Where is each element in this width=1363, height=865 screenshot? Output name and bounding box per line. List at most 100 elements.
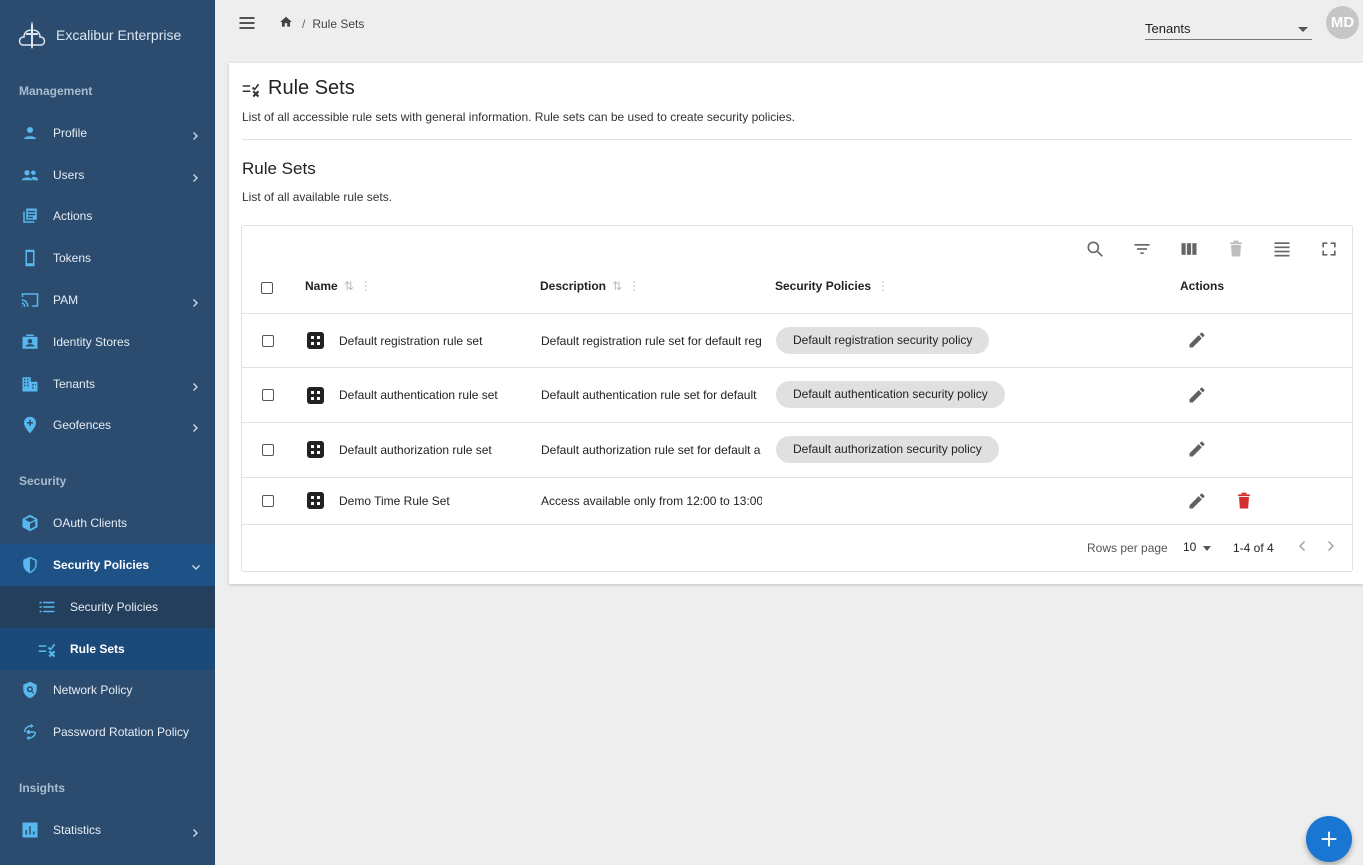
page-description: List of all accessible rule sets with ge…: [242, 110, 795, 124]
row-checkbox[interactable]: [262, 444, 274, 456]
sidebar-item-label: Identity Stores: [53, 334, 130, 349]
sidebar-item-oauth-clients[interactable]: OAuth Clients: [0, 502, 215, 544]
sidebar-subitem-rule-sets[interactable]: Rule Sets: [0, 627, 215, 670]
row-checkbox[interactable]: [262, 495, 274, 507]
rule-sets-card: Rule Sets List of all accessible rule se…: [229, 63, 1363, 584]
sidebar-item-users[interactable]: Users: [0, 154, 215, 196]
table-row[interactable]: Default registration rule set Default re…: [242, 314, 1352, 368]
next-page-icon[interactable]: [1323, 538, 1339, 554]
add-rule-set-button[interactable]: [1306, 816, 1352, 862]
column-menu-icon[interactable]: ⋮: [360, 279, 372, 293]
rule-icon: [242, 83, 260, 97]
sidebar-item-label: Users: [53, 167, 85, 182]
columns-icon[interactable]: [1179, 239, 1199, 259]
delete-selected-icon[interactable]: [1226, 239, 1246, 259]
density-icon[interactable]: [1272, 239, 1292, 259]
rule-set-icon: [307, 332, 324, 349]
chart-icon: [20, 820, 40, 840]
breadcrumb: / Rule Sets: [279, 15, 364, 32]
sidebar-item-label: OAuth Clients: [53, 516, 128, 531]
page-header: Rule Sets: [242, 77, 355, 100]
previous-page-icon[interactable]: [1294, 538, 1310, 554]
tenant-select[interactable]: Tenants: [1145, 18, 1312, 40]
sidebar-item-password-rotation-policy[interactable]: Password Rotation Policy: [0, 711, 215, 753]
rule-set-icon: [307, 492, 324, 509]
sidebar-item-label: Statistics: [53, 823, 102, 838]
edit-icon[interactable]: [1187, 439, 1207, 459]
sort-icon[interactable]: ⇅: [612, 279, 622, 293]
excalibur-logo-icon: [18, 21, 46, 49]
security-policy-chip[interactable]: Default registration security policy: [776, 327, 990, 354]
rule-set-name: Demo Time Rule Set: [339, 494, 450, 508]
rule-set-name: Default authorization rule set: [339, 443, 492, 457]
rows-per-page-label: Rows per page: [1087, 541, 1168, 555]
chevron-down-icon: [191, 560, 201, 571]
column-header-label: Actions: [1180, 279, 1225, 293]
sidebar-item-profile[interactable]: Profile: [0, 112, 215, 154]
sidebar-item-label: Tokens: [53, 251, 92, 266]
avatar[interactable]: MD: [1326, 6, 1359, 39]
security-policy-chip[interactable]: Default authentication security policy: [776, 381, 1005, 408]
home-icon[interactable]: [279, 15, 293, 32]
phone-icon: [20, 248, 40, 268]
actions-icon: [20, 206, 40, 226]
column-menu-icon[interactable]: ⋮: [877, 279, 889, 293]
sidebar-item-security-policies[interactable]: Security Policies: [0, 544, 215, 586]
pagination-range: 1-4 of 4: [1233, 541, 1274, 555]
sidebar-item-pam[interactable]: PAM: [0, 279, 215, 321]
section-title: Rule Sets: [242, 159, 316, 178]
column-header-description[interactable]: Description ⇅ ⋮: [540, 279, 640, 293]
page-title: Rule Sets: [268, 77, 355, 99]
chevron-right-icon: [191, 170, 201, 182]
sidebar-item-tokens[interactable]: Tokens: [0, 237, 215, 279]
chevron-right-icon: [191, 420, 201, 433]
tenant-select-value: Tenants: [1145, 21, 1191, 36]
select-all-checkbox[interactable]: [261, 282, 273, 294]
dropdown-caret-icon: [1298, 27, 1308, 32]
rule-set-icon: [307, 441, 324, 458]
row-checkbox[interactable]: [262, 389, 274, 401]
sidebar-item-identity-stores[interactable]: Identity Stores: [0, 321, 215, 363]
column-header-actions: Actions: [1180, 279, 1224, 293]
brand[interactable]: Excalibur Enterprise: [0, 0, 215, 70]
table-pagination: Rows per page 10 1-4 of 4: [242, 525, 1352, 571]
sidebar-item-network-policy[interactable]: Network Policy: [0, 670, 215, 712]
table-row[interactable]: Demo Time Rule Set Access available only…: [242, 478, 1352, 525]
table-row[interactable]: Default authorization rule set Default a…: [242, 423, 1352, 478]
brand-name: Excalibur Enterprise: [56, 27, 182, 43]
cast-icon: [20, 290, 40, 310]
section-description: List of all available rule sets.: [242, 190, 393, 204]
sidebar-subitem-security-policies[interactable]: Security Policies: [0, 585, 215, 628]
menu-icon[interactable]: [237, 13, 257, 33]
sidebar-item-tenants[interactable]: Tenants: [0, 363, 215, 405]
edit-icon[interactable]: [1187, 330, 1207, 350]
sidebar-item-statistics[interactable]: Statistics: [0, 809, 215, 851]
rule-icon: [37, 639, 57, 659]
column-header-security-policies[interactable]: Security Policies ⋮: [775, 279, 889, 293]
row-checkbox[interactable]: [262, 335, 274, 347]
column-header-name[interactable]: Name ⇅ ⋮: [305, 279, 372, 293]
sidebar-item-label: Password Rotation Policy: [53, 725, 190, 740]
table-row[interactable]: Default authentication rule set Default …: [242, 368, 1352, 423]
delete-icon[interactable]: [1234, 491, 1254, 511]
rule-sets-table: Name ⇅ ⋮ Description ⇅ ⋮ Security Polici…: [241, 225, 1353, 572]
sidebar-item-label: Security Policies: [53, 558, 150, 573]
sidebar-item-actions[interactable]: Actions: [0, 196, 215, 238]
dropdown-caret-icon[interactable]: [1203, 546, 1211, 551]
edit-icon[interactable]: [1187, 491, 1207, 511]
security-policy-chip[interactable]: Default authorization security policy: [776, 436, 999, 463]
sidebar-item-label: Geofences: [53, 418, 112, 433]
section-management: Management: [19, 84, 93, 98]
contact-card-icon: [20, 332, 40, 352]
filter-icon[interactable]: [1132, 239, 1152, 259]
column-header-label: Description: [540, 279, 607, 293]
search-icon[interactable]: [1085, 239, 1105, 259]
edit-icon[interactable]: [1187, 385, 1207, 405]
fullscreen-icon[interactable]: [1319, 239, 1339, 259]
column-menu-icon[interactable]: ⋮: [628, 279, 640, 293]
rows-per-page-select[interactable]: 10: [1183, 540, 1196, 554]
sort-icon[interactable]: ⇅: [344, 279, 354, 293]
plus-icon: [1321, 831, 1337, 847]
chevron-right-icon: [191, 825, 201, 838]
sidebar-item-geofences[interactable]: Geofences: [0, 405, 215, 447]
